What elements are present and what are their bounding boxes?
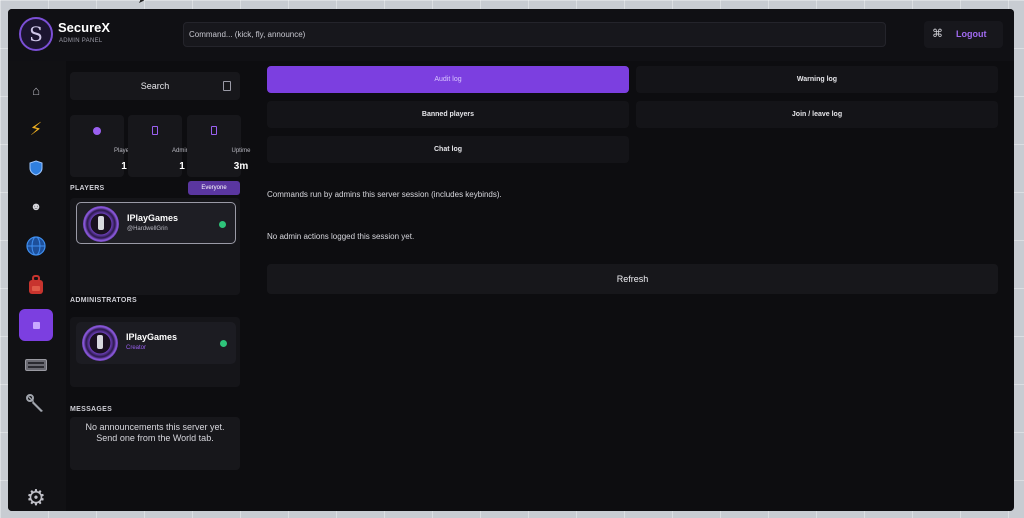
messages-section-title: MESSAGES bbox=[70, 406, 113, 413]
command-key-icon: ⌘ bbox=[932, 28, 943, 40]
stat-uptime: Uptime 3m bbox=[187, 115, 251, 177]
online-status-icon bbox=[219, 221, 226, 228]
players-section-title: PLAYERS bbox=[70, 185, 105, 192]
icon-rail: ⌂ ⚡ ☻ ⚙ bbox=[8, 61, 66, 511]
rail-commands-button[interactable]: ⚡ bbox=[19, 113, 53, 145]
messages-empty-line2: Send one from the World tab. bbox=[96, 433, 214, 443]
rail-settings-button[interactable]: ⚙ bbox=[19, 482, 53, 511]
logo-icon: S bbox=[19, 17, 53, 51]
rail-world-button[interactable] bbox=[19, 230, 53, 262]
search-button[interactable]: Search bbox=[70, 72, 240, 100]
tab-audit-log[interactable]: Audit log bbox=[267, 66, 629, 93]
shield-icon bbox=[29, 160, 43, 176]
lightning-icon: ⚡ bbox=[29, 118, 43, 139]
rail-logs-button[interactable] bbox=[19, 309, 53, 341]
admin-card[interactable]: IPlayGames Creator bbox=[76, 322, 236, 364]
app-subtitle: ADMIN PANEL bbox=[59, 38, 103, 44]
player-handle: @HardwellGrin bbox=[127, 226, 168, 232]
rail-tools-button[interactable] bbox=[19, 388, 53, 420]
avatar bbox=[82, 325, 118, 361]
keyboard-icon bbox=[25, 359, 47, 371]
player-filter-badge[interactable]: Everyone bbox=[188, 181, 240, 195]
stat-players: Players 1 bbox=[70, 115, 134, 177]
admin-name: IPlayGames bbox=[126, 332, 178, 342]
admins-icon bbox=[152, 126, 158, 135]
admin-role: Creator bbox=[126, 345, 147, 351]
rail-players-button[interactable]: ☻ bbox=[19, 191, 53, 223]
stat-label: Uptime bbox=[231, 148, 251, 154]
refresh-button[interactable]: Refresh bbox=[267, 264, 998, 294]
search-icon bbox=[223, 81, 231, 91]
rail-keybinds-button[interactable] bbox=[19, 349, 53, 381]
rail-moderation-button[interactable] bbox=[19, 152, 53, 184]
command-input[interactable] bbox=[183, 22, 886, 47]
log-description: Commands run by admins this server sessi… bbox=[267, 190, 502, 199]
rail-inventory-button[interactable] bbox=[19, 269, 53, 301]
admin-panel: S SecureX ADMIN PANEL ⌘ Logout ⌂ ⚡ ☻ bbox=[8, 9, 1014, 511]
avatar bbox=[83, 206, 119, 242]
avatar-figure bbox=[97, 335, 103, 349]
stat-value: 3m bbox=[233, 161, 249, 172]
stat-admins: Admins 1 bbox=[128, 115, 192, 177]
players-list: IPlayGames @HardwellGrin bbox=[70, 198, 240, 295]
app-title: SecureX bbox=[58, 20, 111, 35]
wrench-icon bbox=[26, 394, 43, 412]
messages-empty-line1: No announcements this server yet. bbox=[85, 422, 225, 432]
header-bar: S SecureX ADMIN PANEL ⌘ Logout bbox=[8, 9, 1014, 61]
messages-box: No announcements this server yet. Send o… bbox=[70, 417, 240, 470]
logout-label: Logout bbox=[956, 29, 987, 39]
tab-chat-log[interactable]: Chat log bbox=[267, 136, 629, 163]
player-card[interactable]: IPlayGames @HardwellGrin bbox=[76, 202, 236, 244]
logs-icon bbox=[32, 321, 40, 329]
players-dot-icon bbox=[93, 127, 101, 135]
rail-home-button[interactable]: ⌂ bbox=[19, 74, 53, 106]
smile-icon: ☻ bbox=[30, 201, 42, 213]
backpack-icon bbox=[29, 275, 43, 294]
administrators-section-title: ADMINISTRATORS bbox=[70, 297, 137, 304]
log-empty-state: No admin actions logged this session yet… bbox=[267, 232, 415, 241]
globe-icon bbox=[26, 236, 46, 256]
player-name: IPlayGames bbox=[127, 213, 179, 223]
home-icon: ⌂ bbox=[32, 82, 40, 98]
administrators-list: IPlayGames Creator bbox=[70, 317, 240, 387]
avatar-figure bbox=[98, 216, 104, 230]
online-status-icon bbox=[220, 340, 227, 347]
tab-banned-players[interactable]: Banned players bbox=[267, 101, 629, 128]
tab-warning-log[interactable]: Warning log bbox=[636, 66, 998, 93]
uptime-icon bbox=[211, 126, 217, 135]
tab-join-leave-log[interactable]: Join / leave log bbox=[636, 101, 998, 128]
settings-icon: ⚙ bbox=[26, 485, 46, 510]
search-label: Search bbox=[140, 81, 170, 91]
mouse-cursor: ➤ bbox=[138, 0, 145, 5]
logout-button[interactable]: ⌘ Logout bbox=[924, 21, 1003, 48]
